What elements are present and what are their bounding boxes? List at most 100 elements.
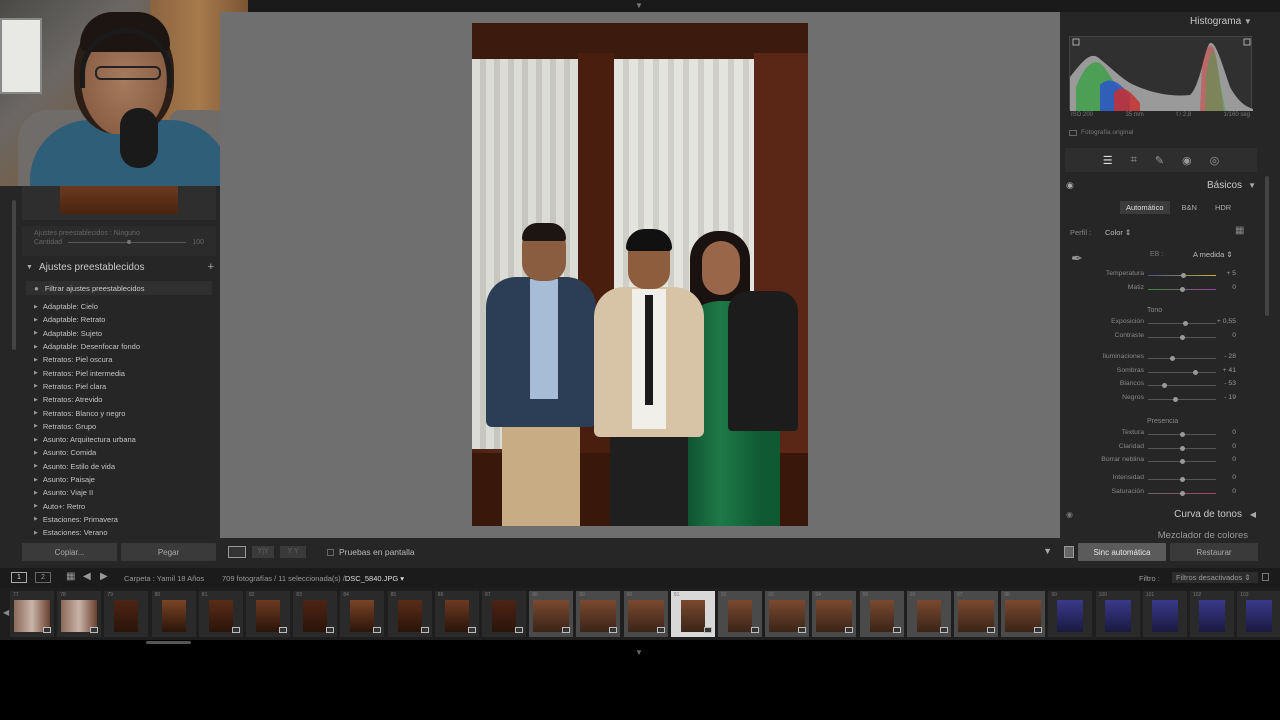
navigator-preview[interactable]: [60, 186, 178, 214]
soft-proof-checkbox[interactable]: [327, 549, 334, 556]
white-balance-select[interactable]: A medida ⇕: [1193, 250, 1233, 259]
slider-value[interactable]: + 5: [1226, 270, 1236, 277]
loupe-view-icon[interactable]: [228, 546, 246, 558]
original-photo-toggle[interactable]: Fotografía original: [1069, 129, 1133, 136]
slider-value[interactable]: 0: [1232, 488, 1236, 495]
slider-value[interactable]: 0: [1232, 429, 1236, 436]
preset-item[interactable]: ▶ Auto+: Retro: [34, 499, 214, 512]
preset-item[interactable]: ▶ Adaptable: Sujeto: [34, 327, 214, 340]
slider-knob[interactable]: [1179, 334, 1185, 340]
visibility-eye-icon[interactable]: ◉: [1066, 510, 1073, 519]
basics-panel-header[interactable]: ◉ Básicos ▼: [1064, 178, 1258, 194]
filmstrip-thumbnail[interactable]: 87: [482, 591, 526, 637]
preset-filter-input[interactable]: ● Filtrar ajustes preestablecidos: [26, 281, 212, 295]
preset-item[interactable]: ▶ Retratos: Blanco y negro: [34, 406, 214, 419]
preset-item[interactable]: ▶ Estaciones: Primavera: [34, 513, 214, 526]
before-after-icon[interactable]: Y|Y: [252, 546, 274, 558]
slider-value[interactable]: 0: [1232, 332, 1236, 339]
slider-knob[interactable]: [1179, 286, 1185, 292]
slider-knob[interactable]: [1179, 477, 1185, 482]
slider-value[interactable]: 0: [1232, 284, 1236, 291]
preset-item[interactable]: ▶ Retratos: Grupo: [34, 420, 214, 433]
filmstrip-thumbnail[interactable]: 90: [623, 591, 668, 637]
preset-item[interactable]: ▶ Adaptable: Retrato: [34, 313, 214, 326]
preset-item[interactable]: ▶ Asunto: Estilo de vida: [34, 460, 214, 473]
amount-slider[interactable]: [68, 240, 187, 244]
filmstrip-thumbnail[interactable]: 103: [1237, 591, 1280, 637]
slider-track[interactable]: [1148, 358, 1216, 359]
sync-toggle[interactable]: [1064, 546, 1074, 558]
scroll-left-icon[interactable]: ◀: [3, 608, 9, 617]
profile-select[interactable]: Color ⇕: [1105, 228, 1131, 237]
preset-item[interactable]: ▶ Asunto: Paisaje: [34, 473, 214, 486]
slider-track[interactable]: [1148, 398, 1216, 400]
reset-button[interactable]: Restaurar: [1170, 543, 1258, 561]
preset-item[interactable]: ▶ Retratos: Piel clara: [34, 380, 214, 393]
preset-item[interactable]: ▶ Asunto: Comida: [34, 446, 214, 459]
secondary-window-button[interactable]: 2: [35, 572, 51, 583]
slider-value[interactable]: + 41: [1223, 367, 1236, 374]
filmstrip-thumbnail[interactable]: 84: [340, 591, 385, 637]
filmstrip-thumbnail[interactable]: 82: [246, 591, 290, 637]
filmstrip-thumbnail[interactable]: 101: [1142, 591, 1187, 637]
color-mixer-header[interactable]: Mezclador de colores: [1158, 530, 1248, 538]
filmstrip-thumbnail[interactable]: 86: [434, 591, 479, 637]
histogram-title[interactable]: Histograma ▼: [1190, 16, 1252, 27]
slider-knob[interactable]: [1179, 432, 1185, 437]
filmstrip-thumbnail[interactable]: 94: [812, 591, 857, 637]
slider-value[interactable]: - 28: [1224, 353, 1236, 360]
slider-knob[interactable]: [1180, 273, 1186, 278]
slider-knob[interactable]: [1182, 321, 1188, 326]
left-panel-scrollbar[interactable]: [12, 200, 16, 350]
auto-sync-button[interactable]: Sinc automática: [1078, 543, 1166, 561]
preset-item[interactable]: ▶ Asunto: Arquitectura urbana: [34, 433, 214, 446]
paste-button[interactable]: Pegar: [121, 543, 216, 561]
filmstrip-thumbnail[interactable]: 77: [10, 591, 54, 637]
filmstrip-thumbnail[interactable]: 100: [1095, 591, 1140, 637]
slider-knob[interactable]: [1179, 490, 1185, 496]
slider-knob[interactable]: [1169, 356, 1175, 361]
filmstrip-thumbnail[interactable]: 99: [1048, 591, 1093, 637]
slider-value[interactable]: - 53: [1224, 380, 1236, 387]
slider-track[interactable]: [1148, 385, 1216, 386]
masking-icon[interactable]: ◎: [1210, 154, 1220, 167]
top-panel-toggle-icon[interactable]: ▼: [635, 1, 643, 10]
slider-value[interactable]: 0: [1232, 474, 1236, 481]
filmstrip-thumbnail[interactable]: 85: [387, 591, 432, 637]
copy-button[interactable]: Copiar...: [22, 543, 117, 561]
filmstrip-thumbnail[interactable]: 97: [954, 591, 998, 637]
tone-curve-header[interactable]: ◉ Curva de tonos ◀: [1064, 508, 1258, 522]
preset-item[interactable]: ▶ Asunto: Viaje II: [34, 486, 214, 499]
preset-item[interactable]: ▶ Estaciones: Verano: [34, 526, 214, 538]
preset-item[interactable]: ▶ Retratos: Atrevido: [34, 393, 214, 406]
add-preset-icon[interactable]: +: [208, 261, 214, 273]
filmstrip-thumbnail[interactable]: 95: [859, 591, 904, 637]
filmstrip-thumbnail[interactable]: 80: [151, 591, 196, 637]
main-photo[interactable]: [472, 23, 808, 526]
tab-hdr[interactable]: HDR: [1209, 201, 1237, 214]
tab-automatic[interactable]: Automático: [1120, 201, 1170, 214]
bottom-panel-toggle-icon[interactable]: ▼: [635, 648, 643, 657]
red-eye-icon[interactable]: ◉: [1182, 154, 1192, 167]
right-panel-scrollbar[interactable]: [1265, 176, 1269, 316]
filmstrip-scrollbar[interactable]: [146, 641, 191, 644]
main-window-button[interactable]: 1: [11, 572, 27, 583]
filmstrip-thumbnail[interactable]: 81: [198, 591, 243, 637]
grid-view-icon[interactable]: ▦: [66, 571, 75, 582]
profile-browser-icon[interactable]: ▦: [1235, 226, 1247, 236]
preset-item[interactable]: ▶ Retratos: Piel intermedia: [34, 366, 214, 379]
preset-item[interactable]: ▶ Retratos: Piel oscura: [34, 353, 214, 366]
filmstrip-thumbnail[interactable]: 88: [529, 591, 574, 637]
filmstrip-thumbnail[interactable]: 96: [906, 591, 951, 637]
visibility-eye-icon[interactable]: ◉: [1066, 180, 1074, 191]
slider-value[interactable]: 0: [1232, 456, 1236, 463]
slider-knob[interactable]: [1179, 445, 1185, 451]
sliders-icon[interactable]: ☰: [1103, 154, 1113, 167]
filmstrip-thumbnail[interactable]: 98: [1001, 591, 1046, 637]
filmstrip-thumbnail[interactable]: 79: [104, 591, 149, 637]
filmstrip-thumbnail[interactable]: 102: [1190, 591, 1234, 637]
slider-knob[interactable]: [1161, 383, 1167, 388]
eyedropper-icon[interactable]: ✒: [1071, 250, 1083, 267]
filter-lock-icon[interactable]: [1262, 573, 1269, 581]
healing-icon[interactable]: ✎: [1155, 154, 1164, 167]
